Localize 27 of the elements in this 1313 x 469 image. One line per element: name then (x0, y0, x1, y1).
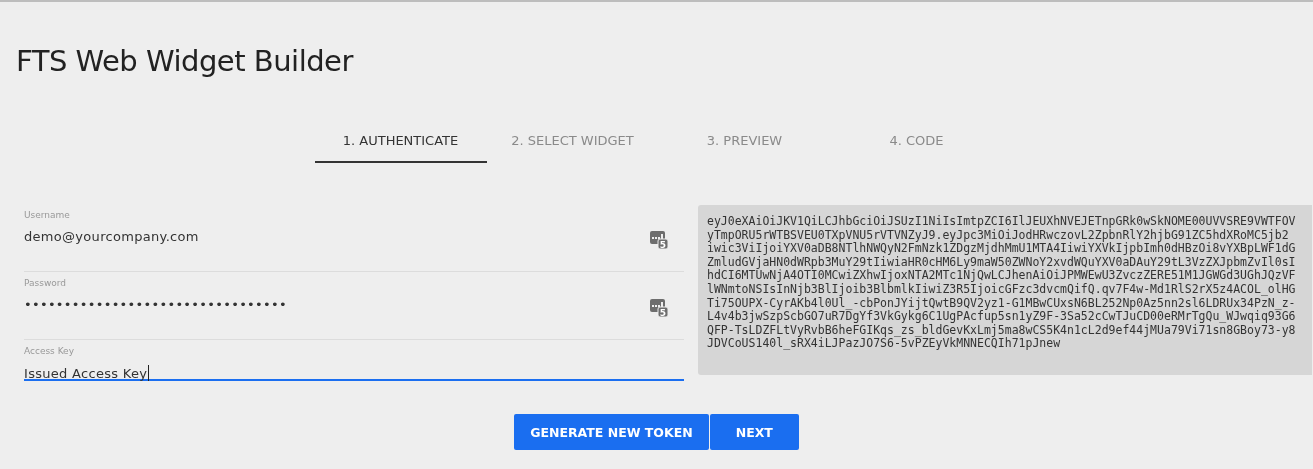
page-title: FTS Web Widget Builder (16, 43, 353, 79)
action-button[interactable]: GENERATE NEW TOKEN (514, 414, 709, 450)
input-field[interactable]: Username demo@yourcompany.com 5 (24, 205, 684, 272)
token-text: JDVCoUS140l_sRX4iLJPazJO7S6-5vPZEyVkMNNECQIh71pJnew (707, 337, 1061, 351)
field-value: demo@yourcompany.com (24, 229, 199, 244)
input-field[interactable]: Access Key Issued Access Key (24, 341, 684, 381)
step-tab[interactable]: 2. SELECT WIDGET (486, 119, 659, 163)
token-text: hdCI6MTUwNjA4OTI0MCwiZXhwIjoxNTA2MTc1NjQwLCJhenAiOiJPMWEwU3ZvczZERE51M1JGWGd3UGhJQzVF (707, 269, 1296, 283)
text-cursor (148, 365, 150, 381)
step-tab[interactable]: 1. AUTHENTICATE (314, 119, 487, 163)
step-tab[interactable]: 3. PREVIEW (658, 119, 831, 163)
token-text: ZmludGVjaHN0dWRpb3MuY29tIiwiaHR0cHM6Ly9maW50ZWNoY2xvdWQuYXV0aDAuY29tL3VzZXJpbmZvIl0sI (707, 255, 1296, 270)
token-text: Ti75OUPX-CyrAKb4l0Ul_-cbPonJYijtQwtB9QV2yz1-G1MBwCUxsN6BL252Np0Az5nn2sl6LDRUx34PzN_z- (707, 296, 1296, 311)
field-label: Access Key (24, 346, 75, 356)
token-text: iwic3ViIjoiYXV0aDB8NTlhNWQyN2FmNzk1ZDgzMjdhMmU1MTA4IiwiYXVkIjpbImh0dHBzOi8vYXBpLWF1dG (707, 242, 1296, 256)
token-text: QFP-TsLDZFLtVyRvbB6heFGIKqs_zs_bldGevKxLmj5ma8wCS5K4n1cL2d9ef44jMUa79Vi71sn8GBoy73-y8 (707, 323, 1296, 338)
token-text: eyJ0eXAiOiJKV1QiLCJhbGciOiJSUzI1NiIsImtpZCI6IlJEUXhNVEJETnpGRk0wSkNOME00UVVSRE9VWTFOV (707, 215, 1296, 229)
token-text: L4v4b3jwSzpScbGO7uR7DgYf3VkGykg6C1UgPAcfup5sn1yZ9F-3Sa52cCwTJuCD00eRMrTgQu_WJwqiq93G6 (707, 310, 1296, 324)
action-button[interactable]: NEXT (709, 414, 799, 450)
field-label: Username (24, 210, 71, 220)
token-text: lWNmtoNSIsInNjb3BlIjoib3BlbmlkIiwiZ3R5IjoicGFzc3dvcmQifQ.qv7F4w-Md1RlS2rX5z4ACOL_olHG (707, 282, 1296, 297)
field-value: Issued Access Key (24, 365, 148, 381)
input-field[interactable]: Password ••••••••••••••••••••••••••••••••• 5 (24, 273, 684, 340)
field-label: Password (24, 278, 68, 288)
field-value: ••••••••••••••••••••••••••••••••• (24, 297, 287, 312)
step-tab[interactable]: 4. CODE (830, 119, 1003, 163)
token-text: yTmpORU5rWTBSVEU0TXpVNU5rVTVNZyJ9.eyJpc3MiOiJodHRwczovL2ZpbnRlY2hjbG91ZC5hdXRoMC5jb2 (707, 228, 1289, 242)
